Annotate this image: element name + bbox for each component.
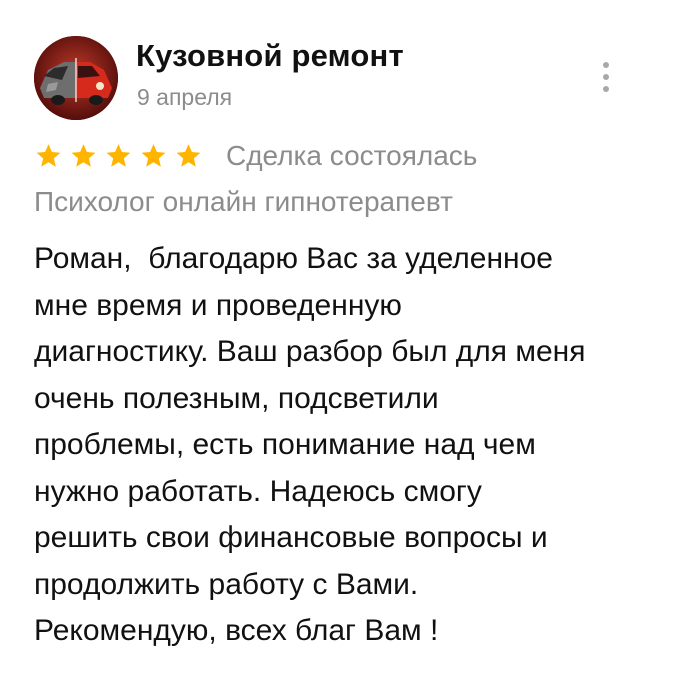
star-rating (34, 142, 209, 172)
more-vertical-icon (603, 62, 609, 68)
review-text-line: решить свои финансовые вопросы и (34, 521, 548, 554)
service-name[interactable]: Психолог онлайн гипнотерапевт (34, 186, 453, 218)
more-vertical-icon-dot (603, 74, 609, 80)
review-text-line: продолжить работу с Вами. (34, 567, 419, 601)
avatar[interactable] (34, 36, 118, 120)
review-text-line: нужно работать. Надеюсь смогу (34, 474, 482, 508)
star-icon (71, 144, 96, 167)
star-icon (176, 144, 201, 167)
review-card: Кузовной ремонт 9 апреля Сделка состояла… (0, 0, 680, 691)
rating-row: Сделка состоялась (34, 140, 654, 176)
more-options-button[interactable] (594, 58, 618, 98)
review-text-line: мне время и проведенную (34, 288, 402, 322)
deal-status: Сделка состоялась (226, 140, 478, 171)
car-repair-avatar-icon (34, 36, 118, 120)
star-icon (141, 144, 166, 167)
review-text: Роман, благодарю Вас за уделенное мне вре… (34, 236, 654, 655)
more-vertical-icon-dot (603, 86, 609, 92)
review-text-line: очень полезным, подсветили (34, 381, 439, 415)
review-date: 9 апреля (137, 84, 233, 110)
review-text-line: Рекомендую, всех благ Вам ! (34, 614, 439, 647)
star-icon (106, 144, 131, 167)
review-text-line: Роман, благодарю Вас за уделенное (34, 242, 553, 275)
author-name[interactable]: Кузовной ремонт (136, 38, 404, 74)
review-header: Кузовной ремонт 9 апреля (34, 36, 654, 122)
star-icon (36, 144, 61, 167)
review-text-line: диагностику. Ваш разбор был для меня (34, 335, 586, 368)
review-text-line: проблемы, есть понимание над чем (34, 428, 536, 461)
